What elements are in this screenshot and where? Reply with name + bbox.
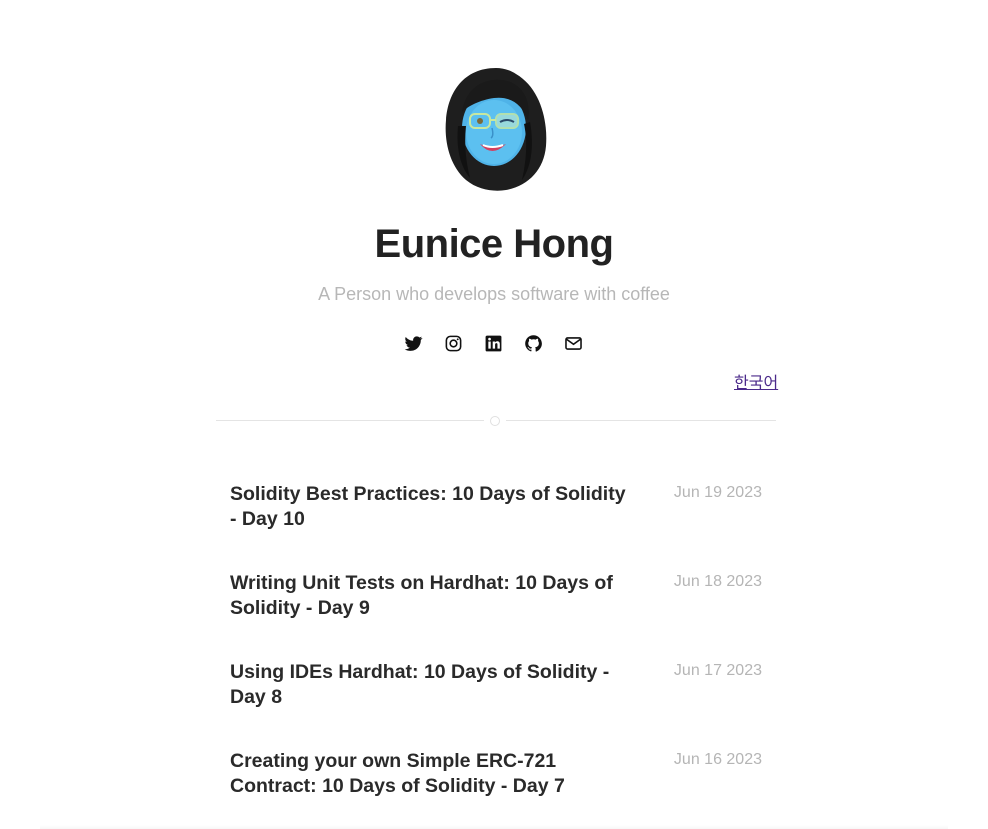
post-item[interactable]: Writing Unit Tests on Hardhat: 10 Days o… [230,571,764,660]
email-link[interactable] [564,334,583,353]
post-title[interactable]: Writing Unit Tests on Hardhat: 10 Days o… [230,571,630,621]
twitter-link[interactable] [404,334,423,353]
github-icon [525,335,542,352]
profile-tagline: A Person who develops software with coff… [318,284,670,304]
post-title[interactable]: Solidity Best Practices: 10 Days of Soli… [230,482,630,532]
post-item[interactable]: Solidity Best Practices: 10 Days of Soli… [230,482,764,571]
post-date: Jun 16 2023 [673,751,762,768]
github-link[interactable] [524,334,543,353]
avatar-memoji-icon [445,68,547,191]
post-title[interactable]: Using IDEs Hardhat: 10 Days of Solidity … [230,660,630,710]
post-title[interactable]: Creating your own Simple ERC-721 Contrac… [230,749,630,799]
post-date: Jun 17 2023 [673,662,762,679]
profile-name: Eunice Hong [374,222,614,266]
linkedin-icon [485,335,502,352]
bottom-edge-shadow [40,825,948,829]
page: Eunice Hong A Person who develops softwa… [0,0,988,829]
mail-icon [565,337,582,350]
post-date: Jun 19 2023 [673,484,762,501]
twitter-icon [404,336,423,351]
language-switch-link[interactable]: 한국어 [734,369,778,393]
linkedin-link[interactable] [484,334,503,353]
divider-line-left [216,420,484,421]
social-links [404,334,583,353]
post-list: Solidity Best Practices: 10 Days of Soli… [230,482,764,829]
instagram-link[interactable] [444,334,463,353]
post-item[interactable]: Creating your own Simple ERC-721 Contrac… [230,749,764,829]
post-date: Jun 18 2023 [673,573,762,590]
post-item[interactable]: Using IDEs Hardhat: 10 Days of Solidity … [230,660,764,749]
divider-line-right [506,420,776,421]
avatar[interactable] [436,62,556,194]
instagram-icon [445,335,462,352]
section-divider [216,415,776,427]
divider-dot [490,416,500,426]
